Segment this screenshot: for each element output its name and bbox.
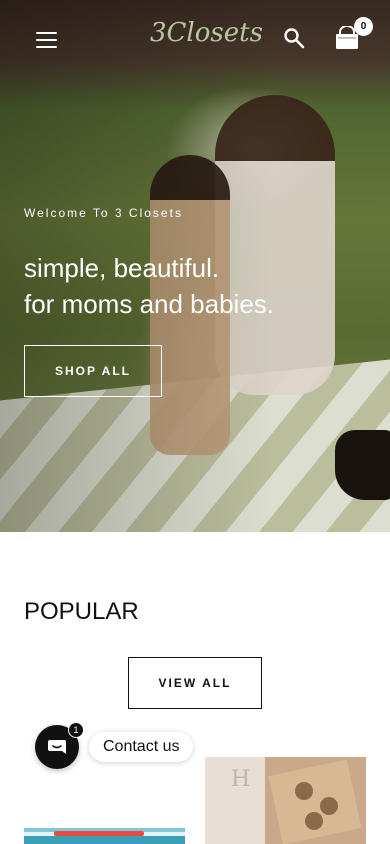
section-title-popular: POPULAR (24, 598, 139, 625)
shop-all-button[interactable]: SHOP ALL (24, 345, 162, 397)
site-header: 3Closets 0 (0, 0, 390, 80)
contact-us-label[interactable]: Contact us (89, 732, 194, 762)
menu-icon[interactable] (36, 32, 57, 48)
hero-headline: simple, beautiful. for moms and babies. (24, 250, 274, 322)
product-card-1[interactable] (24, 828, 185, 844)
hero-welcome-text: Welcome To 3 Closets (24, 206, 183, 220)
chat-icon (48, 740, 66, 754)
chat-notification-badge: 1 (68, 722, 84, 738)
product-card-2[interactable]: H (205, 757, 366, 844)
search-icon[interactable] (283, 27, 305, 49)
hero-headline-line2: for moms and babies. (24, 289, 275, 319)
product-image-letter: H (231, 767, 251, 792)
hero-headline-line1: simple, beautiful. (24, 253, 220, 283)
product-image-1 (24, 828, 185, 844)
view-all-button[interactable]: VIEW ALL (128, 657, 262, 709)
cart-count-badge: 0 (354, 17, 373, 36)
logo[interactable]: 3Closets (150, 18, 263, 48)
